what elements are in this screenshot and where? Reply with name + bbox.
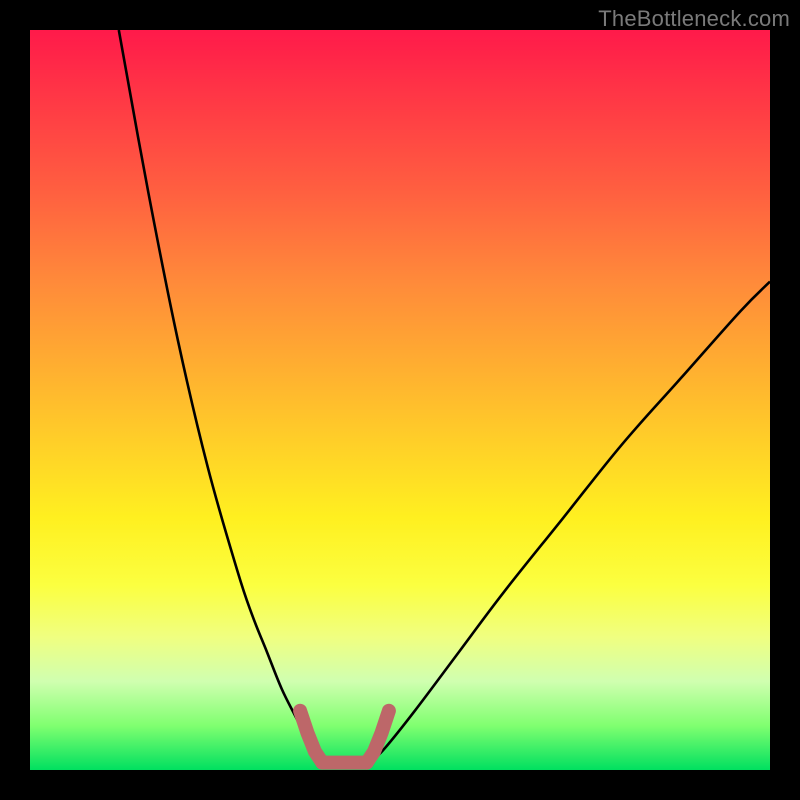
valley-highlight-right (367, 711, 389, 763)
valley-highlight-left (300, 711, 322, 763)
plot-area (30, 30, 770, 770)
curve-layer (30, 30, 770, 770)
watermark-text: TheBottleneck.com (598, 6, 790, 32)
right-branch-curve (370, 282, 770, 763)
left-branch-curve (119, 30, 319, 763)
